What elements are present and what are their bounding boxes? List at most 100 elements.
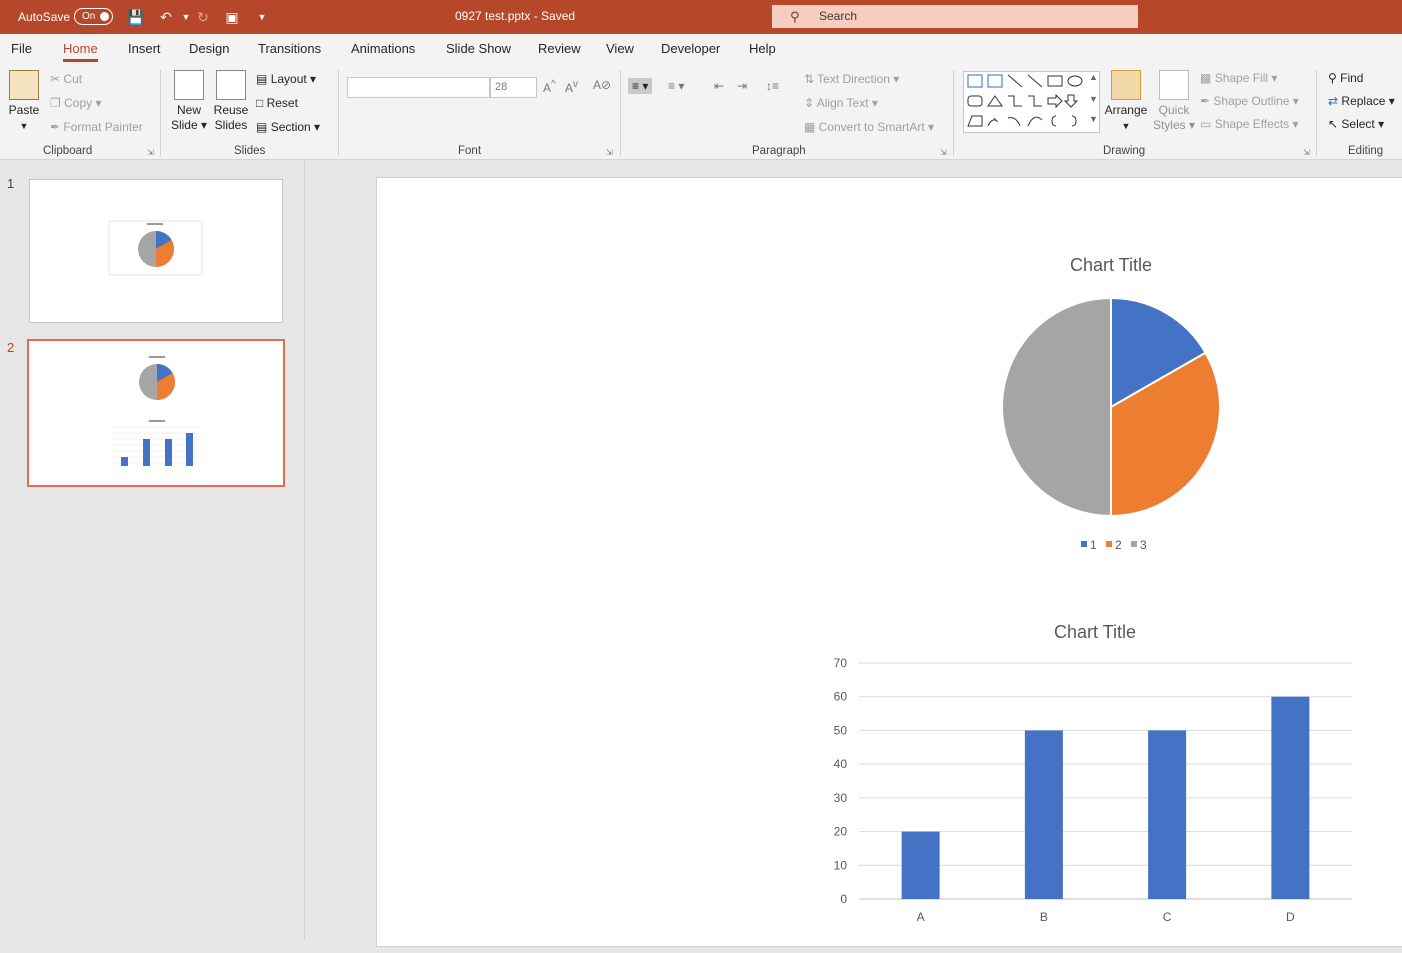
legend-label-1: 1	[1090, 538, 1097, 552]
shapes-gallery[interactable]	[963, 71, 1100, 133]
legend-label-2: 2	[1115, 538, 1122, 552]
slide-charts: Chart Title 1 2 3 Chart Title 0 10 20 30 40 50 6…	[834, 255, 1352, 924]
arrange-button[interactable]: Arrange ▼	[1104, 70, 1148, 134]
tab-transitions[interactable]: Transitions	[258, 41, 321, 56]
separator	[338, 70, 339, 156]
y-tick-label-70: 70	[834, 656, 848, 670]
quick-styles-button[interactable]: Quick Styles ▾	[1152, 70, 1196, 133]
tab-home[interactable]: Home	[63, 41, 98, 62]
slide-thumbnail-2[interactable]	[27, 339, 285, 487]
clipboard-group-label: Clipboard	[43, 145, 93, 157]
clipboard-icon	[9, 70, 39, 100]
text-direction-button[interactable]: ⇅ Text Direction ▾	[804, 72, 899, 86]
tab-developer[interactable]: Developer	[661, 41, 720, 56]
increase-indent-icon[interactable]: ⇥	[737, 79, 747, 93]
shrink-font-icon[interactable]: Av	[565, 79, 578, 95]
x-tick-label-A: A	[917, 910, 925, 924]
legend-swatch-2	[1106, 541, 1112, 547]
layout-icon: ▤	[256, 72, 268, 86]
font-launcher-icon[interactable]: ⇲	[606, 148, 613, 157]
tab-slide-show[interactable]: Slide Show	[446, 41, 511, 56]
convert-smartart-button[interactable]: ▦ Convert to SmartArt ▾	[804, 120, 934, 134]
reset-button[interactable]: □ Reset	[256, 96, 298, 110]
customize-toolbar-icon[interactable]: ▼	[252, 7, 272, 27]
y-tick-label-60: 60	[834, 690, 848, 704]
reuse-slides-button[interactable]: Reuse Slides	[212, 70, 250, 133]
section-button[interactable]: ▤ Section ▾	[256, 120, 320, 134]
x-tick-label-B: B	[1040, 910, 1048, 924]
save-icon[interactable]: 💾	[126, 7, 146, 27]
replace-icon: ⇄	[1328, 94, 1339, 108]
new-slide-button[interactable]: New Slide ▾	[170, 70, 208, 133]
tab-insert[interactable]: Insert	[128, 41, 161, 56]
undo-icon[interactable]: ↶	[156, 7, 176, 27]
ribbon-tabs: File Home Insert Design Transitions Anim…	[0, 34, 1402, 64]
paint-bucket-icon: ▩	[1200, 71, 1212, 85]
redo-icon[interactable]: ↻	[193, 7, 213, 27]
tab-file[interactable]: File	[11, 41, 32, 56]
grow-font-icon[interactable]: A^	[543, 79, 556, 95]
font-name-input[interactable]	[347, 77, 490, 98]
paste-button[interactable]: Paste ▼	[6, 70, 42, 134]
shape-fill-button[interactable]: ▩ Shape Fill ▾	[1200, 71, 1277, 85]
present-icon[interactable]: ▣	[222, 7, 242, 27]
replace-button[interactable]: ⇄ Replace ▾	[1328, 94, 1395, 108]
slide-thumbnail-1[interactable]	[29, 179, 283, 323]
bar-B[interactable]	[1024, 730, 1063, 899]
select-button[interactable]: ↖ Select ▾	[1328, 117, 1384, 131]
x-tick-label-C: C	[1163, 910, 1172, 924]
clear-formatting-icon[interactable]: A⊘	[593, 78, 611, 92]
drawing-group-label: Drawing	[1103, 145, 1146, 157]
copy-button[interactable]: ❐ Copy ▾	[50, 96, 101, 110]
align-text-button[interactable]: ⇕ Align Text ▾	[804, 96, 878, 110]
bar-C[interactable]	[1148, 730, 1187, 899]
y-tick-label-30: 30	[834, 791, 848, 805]
y-tick-label-50: 50	[834, 723, 848, 737]
format-painter-button[interactable]: ✒ Format Painter	[50, 120, 143, 134]
copy-icon: ❐	[50, 96, 61, 110]
legend-label-3: 3	[1140, 538, 1147, 552]
tab-view[interactable]: View	[606, 41, 634, 56]
document-title[interactable]: 0927 test.pptx - Saved	[455, 9, 575, 23]
brush-icon: ✒	[50, 120, 61, 134]
shapes-gallery-icons	[967, 74, 1083, 127]
layout-button[interactable]: ▤ Layout ▾	[256, 72, 316, 86]
slide-thumbnail-1-preview	[108, 220, 203, 276]
tab-design[interactable]: Design	[189, 41, 229, 56]
shape-effects-button[interactable]: ▭ Shape Effects ▾	[1200, 117, 1299, 131]
editing-group-label: Editing	[1348, 145, 1384, 157]
numbering-icon[interactable]: ≡ ▾	[668, 79, 684, 93]
line-spacing-icon[interactable]: ↕≡	[766, 79, 779, 93]
section-icon: ▤	[256, 120, 268, 134]
tab-help[interactable]: Help	[749, 41, 776, 56]
scissors-icon: ✂	[50, 72, 61, 86]
separator	[160, 70, 161, 156]
cut-button[interactable]: ✂ Cut	[50, 72, 82, 86]
gallery-more-icon[interactable]: ▼	[1089, 114, 1098, 124]
drawing-launcher-icon[interactable]: ⇲	[1303, 148, 1310, 157]
tab-animations[interactable]: Animations	[351, 41, 415, 56]
gallery-scroll-down-icon[interactable]: ▼	[1089, 94, 1098, 104]
slide-thumbnail-2-preview	[113, 356, 199, 466]
title-bar: AutoSave On 💾 ↶ ▼ ↻ ▣ ▼ 0927 test.pptx -…	[0, 0, 1402, 34]
bar-A[interactable]	[901, 831, 940, 899]
x-tick-label-D: D	[1286, 910, 1295, 924]
paragraph-launcher-icon[interactable]: ⇲	[940, 148, 947, 157]
bar-D[interactable]	[1271, 696, 1310, 899]
autosave-toggle[interactable]: On	[74, 8, 113, 25]
tab-review[interactable]: Review	[538, 41, 581, 56]
font-size-input[interactable]: 28	[490, 77, 537, 98]
pie-chart[interactable]: Chart Title 1 2 3	[1001, 255, 1221, 552]
current-slide[interactable]: Chart Title 1 2 3 Chart Title 0 10 20 30 40 50 6…	[376, 177, 1402, 947]
shape-outline-button[interactable]: ✒ Shape Outline ▾	[1200, 94, 1299, 108]
bullets-icon[interactable]: ≡ ▾	[628, 78, 653, 94]
gallery-scroll-up-icon[interactable]: ▲	[1089, 72, 1098, 82]
reuse-slides-icon	[216, 70, 246, 100]
search-box[interactable]: ⚲ Search	[772, 5, 1138, 28]
decrease-indent-icon[interactable]: ⇤	[714, 79, 724, 93]
pie-slice-3[interactable]	[1001, 296, 1112, 518]
bar-chart[interactable]: Chart Title 0 10 20 30 40 50 60 70 A B C D	[834, 622, 1352, 924]
effects-icon: ▭	[1200, 117, 1212, 131]
find-button[interactable]: ⚲ Find	[1328, 71, 1363, 85]
clipboard-launcher-icon[interactable]: ⇲	[147, 148, 154, 157]
